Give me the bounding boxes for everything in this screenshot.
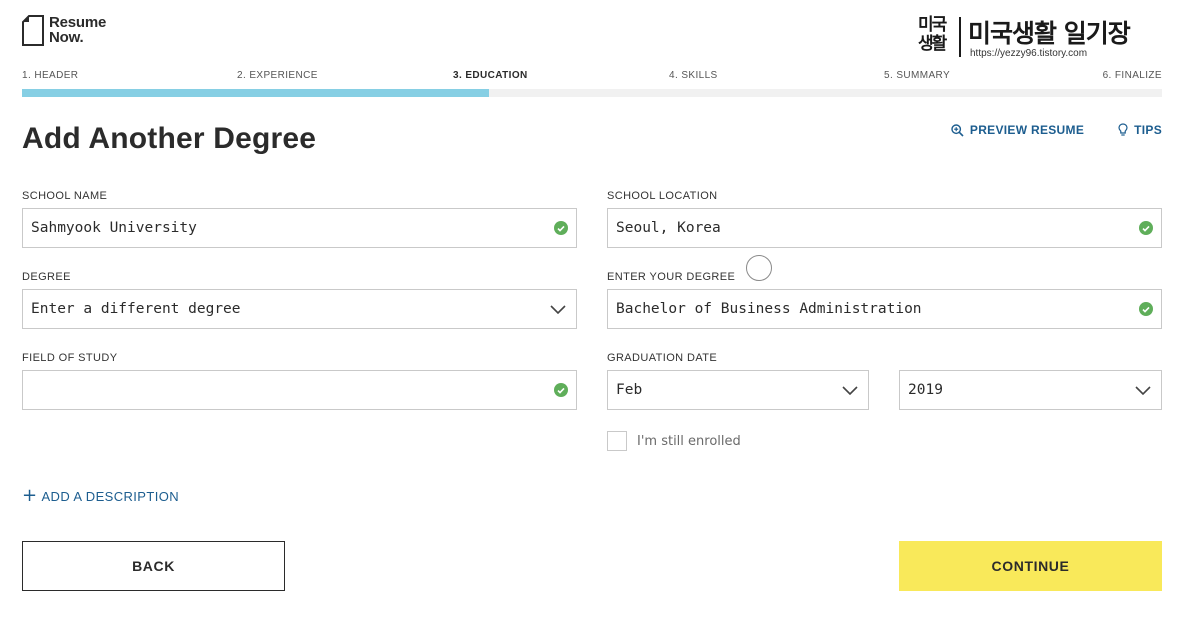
school-location-value: Seoul, Korea [616,220,721,236]
still-enrolled-checkbox[interactable] [607,431,627,451]
top-links: PREVIEW RESUME TIPS [951,123,1162,137]
document-icon [22,15,44,46]
graduation-year-value: 2019 [908,382,943,398]
preview-resume-label: PREVIEW RESUME [969,123,1085,137]
school-location-label: SCHOOL LOCATION [607,190,718,202]
valid-check-icon [1139,302,1153,316]
step-navigation: 1. HEADER 2. EXPERIENCE 3. EDUCATION 4. … [22,70,1162,82]
school-name-value: Sahmyook University [31,220,197,236]
field-of-study-input[interactable] [22,370,577,410]
enter-degree-input[interactable]: Bachelor of Business Administration [607,289,1162,329]
graduation-month-value: Feb [616,382,643,398]
zoom-in-icon [951,123,964,137]
page-title: Add Another Degree [22,122,317,155]
back-button[interactable]: BACK [22,541,285,591]
add-description-label: ADD A DESCRIPTION [41,488,180,504]
school-name-input[interactable]: Sahmyook University [22,208,577,248]
step-summary: 5. SUMMARY [884,70,951,81]
graduation-year-select[interactable]: 2019 [899,370,1162,410]
watermark-title: 미국생활 일기장 [968,19,1131,48]
seal-line-2: 생활 [918,34,947,54]
chevron-down-icon [1135,385,1151,395]
step-finalize: 6. FINALIZE [1102,70,1162,81]
valid-check-icon [554,221,568,235]
resume-now-logo[interactable]: Resume Now. [22,15,106,46]
degree-label: DEGREE [22,271,71,283]
step-header[interactable]: 1. HEADER [22,70,78,81]
continue-button[interactable]: CONTINUE [899,541,1162,591]
preview-resume-link[interactable]: PREVIEW RESUME [951,123,1084,137]
logo-line-1: Resume [49,14,107,31]
logo-line-2: Now. [49,29,84,46]
graduation-date-field: GRADUATION DATE Feb 2019 [607,352,1162,410]
step-skills: 4. SKILLS [669,70,718,81]
seal-line-1: 미국 [918,15,947,35]
watermark-url: https://yezzy96.tistory.com [970,48,1088,59]
lightbulb-icon [1118,123,1128,136]
chevron-down-icon [842,385,858,395]
school-name-label: SCHOOL NAME [22,190,108,202]
progress-bar [22,89,1162,97]
step-education[interactable]: 3. EDUCATION [453,70,528,81]
plus-icon: + [22,485,38,506]
degree-field: DEGREE Enter a different degree [22,271,577,329]
chevron-down-icon [550,304,566,314]
enter-degree-value: Bachelor of Business Administration [616,301,922,317]
school-name-field: SCHOOL NAME Sahmyook University [22,190,577,248]
school-location-field: SCHOOL LOCATION Seoul, Korea [607,190,1162,248]
cursor-indicator [746,255,772,281]
field-of-study-label: FIELD OF STUDY [22,352,118,364]
degree-value: Enter a different degree [31,301,241,317]
field-of-study-field: FIELD OF STUDY [22,352,577,410]
graduation-month-select[interactable]: Feb [607,370,869,410]
degree-select[interactable]: Enter a different degree [22,289,577,329]
step-experience[interactable]: 2. EXPERIENCE [237,70,318,81]
school-location-input[interactable]: Seoul, Korea [607,208,1162,248]
logo-text: Resume Now. [49,15,106,45]
add-description-link[interactable]: + ADD A DESCRIPTION [22,485,180,506]
tips-link[interactable]: TIPS [1118,123,1162,137]
tips-label: TIPS [1134,123,1162,137]
enter-degree-label: ENTER YOUR DEGREE [607,271,736,283]
watermark-divider [959,17,961,57]
progress-bar-fill [22,89,490,97]
enter-degree-field: ENTER YOUR DEGREE Bachelor of Business A… [607,271,1162,329]
valid-check-icon [554,383,568,397]
still-enrolled-label: I'm still enrolled [637,433,741,449]
blog-watermark: 미국 생활 미국생활 일기장 https://yezzy96.tistory.c… [918,14,1158,60]
valid-check-icon [1139,221,1153,235]
watermark-seal: 미국 생활 [918,16,954,54]
graduation-date-label: GRADUATION DATE [607,352,718,364]
still-enrolled-option[interactable]: I'm still enrolled [607,431,741,451]
